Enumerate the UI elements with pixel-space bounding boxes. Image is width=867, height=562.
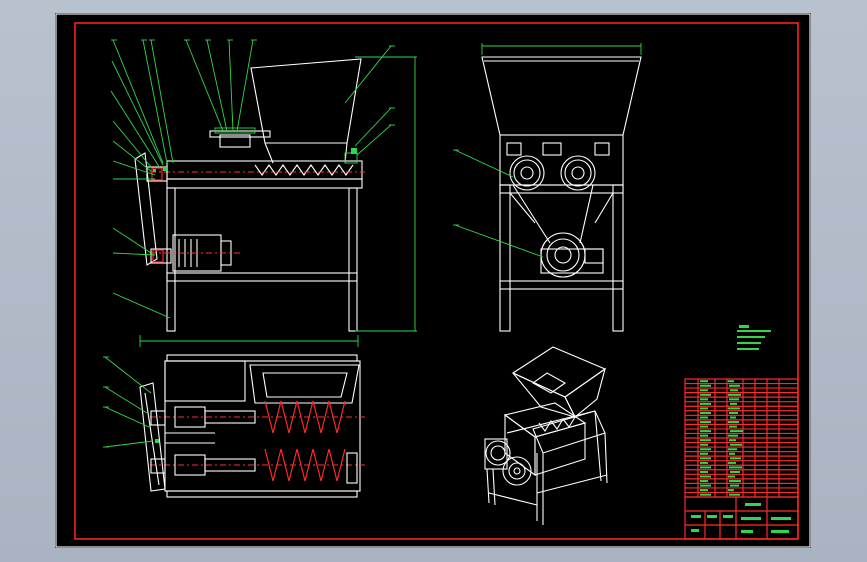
bom-cell-mark [729, 425, 737, 428]
bom-cell-mark [700, 430, 711, 433]
bom-cell-mark [728, 407, 740, 410]
bom-cell-mark [700, 398, 708, 401]
bom-cell-mark [730, 402, 737, 405]
bom-cell-mark [729, 493, 740, 496]
bom-cell-mark [700, 443, 708, 446]
bom-cell-mark [728, 475, 735, 478]
bom-cell-mark [728, 380, 734, 383]
bom-cell-mark [728, 434, 738, 437]
bom-cell-mark [730, 389, 738, 392]
bom-cell-mark [700, 380, 708, 383]
bom-cell-mark [730, 470, 740, 473]
front-screw-spiral [254, 164, 354, 176]
bom-cell-mark [729, 411, 738, 414]
bom-cell-mark [700, 402, 711, 405]
bom-cell-mark [700, 475, 711, 478]
bom-cell-mark [730, 443, 742, 446]
bom-cell-mark [700, 480, 708, 483]
bom-cell-mark [700, 466, 711, 469]
front-hopper [250, 58, 362, 144]
bom-cell-mark [728, 393, 741, 396]
bom-cell-mark [700, 489, 708, 492]
bom-cell-mark [729, 384, 740, 387]
side-left-leg [499, 184, 511, 332]
bom-cell-mark [700, 393, 711, 396]
bom-cell-mark [700, 461, 708, 464]
bom-cell-mark [728, 461, 736, 464]
bom-cell-mark [729, 398, 739, 401]
bom-cell-mark [730, 430, 743, 433]
bom-cell-mark [729, 439, 736, 442]
bom-cell-mark [700, 452, 708, 455]
bom-cell-mark [729, 480, 741, 483]
bom-cell-mark [700, 439, 711, 442]
bom-cell-mark [700, 470, 708, 473]
technical-notes [737, 325, 771, 350]
bom-cell-mark [700, 384, 711, 387]
top-view [103, 354, 365, 498]
bom-cell-mark [729, 466, 742, 469]
bom-cell-mark [700, 457, 711, 460]
side-view [453, 43, 642, 332]
bom-cell-mark [700, 448, 711, 451]
bom-cell-mark [700, 416, 708, 419]
bom-cell-mark [729, 452, 735, 455]
bom-cell-mark [728, 421, 739, 424]
cad-viewport[interactable] [55, 13, 811, 548]
side-motor-pulley [540, 232, 586, 278]
bom-cell-mark [700, 434, 708, 437]
front-right-leg [348, 187, 358, 332]
bom-cell-mark [700, 425, 708, 428]
bom-cell-mark [730, 416, 736, 419]
title-block [684, 378, 799, 540]
bom-cell-mark [728, 448, 737, 451]
bom-cell-mark [700, 484, 711, 487]
isometric-view [484, 346, 608, 525]
bom-cell-mark [700, 389, 708, 392]
bom-cell-mark [700, 411, 711, 414]
front-view [110, 39, 417, 347]
bom-cell-mark [700, 407, 708, 410]
bom-cell-mark [730, 457, 741, 460]
top-body [164, 360, 361, 492]
bom-cell-mark [700, 493, 711, 496]
bom-cell-mark [730, 484, 739, 487]
front-screw-trough [166, 160, 363, 180]
bom-cell-mark [700, 421, 711, 424]
bom-cell-mark [728, 489, 734, 492]
side-right-leg [612, 184, 624, 332]
side-hopper [481, 56, 642, 136]
